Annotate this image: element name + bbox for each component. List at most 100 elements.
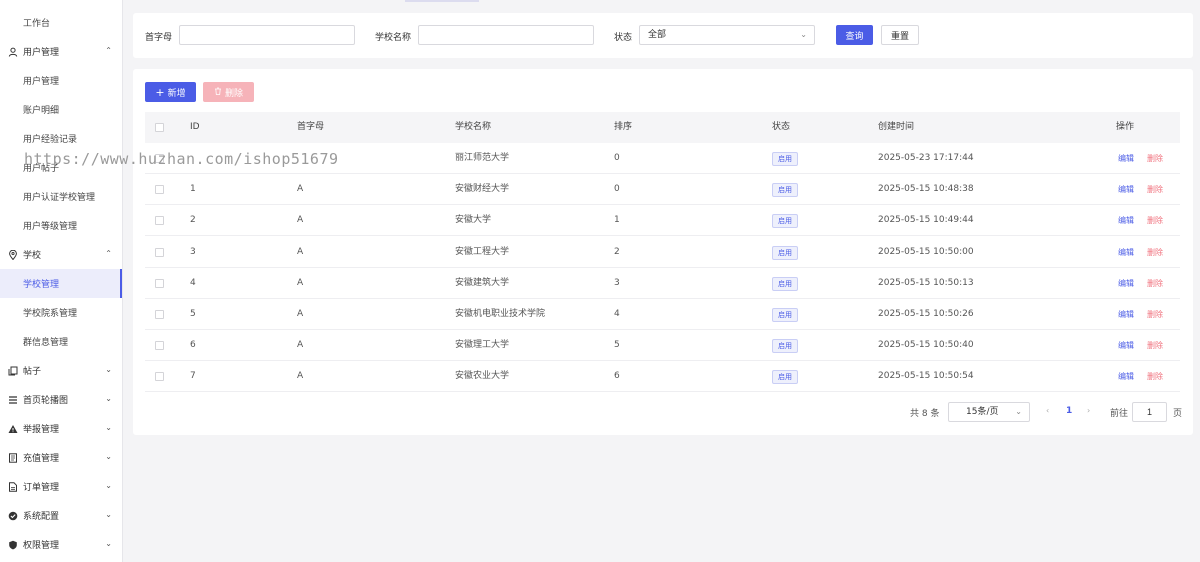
header-status: 状态: [772, 122, 791, 132]
initial-input[interactable]: [179, 25, 355, 45]
status-select[interactable]: 全部 ⌄: [639, 25, 815, 45]
delete-link[interactable]: 删除: [1147, 174, 1163, 205]
cell-created: 2025-05-15 10:50:13: [878, 277, 974, 288]
sidebar-item-department-manage[interactable]: 学校院系管理: [0, 298, 122, 327]
current-page[interactable]: 1: [1066, 406, 1072, 416]
header-initial: 首字母: [297, 122, 325, 132]
header-created: 创建时间: [878, 122, 915, 132]
query-button[interactable]: 查询: [836, 25, 873, 45]
chevron-down-icon: ⌄: [105, 539, 112, 548]
delete-link[interactable]: 删除: [1147, 237, 1163, 268]
delete-link[interactable]: 删除: [1147, 205, 1163, 236]
cell-initial: A: [297, 371, 304, 382]
table-row: 4 A 安徽建筑大学 3 2025-05-15 10:50:13 启用 编辑 删除: [145, 268, 1180, 299]
sidebar-group-recharge[interactable]: 充值管理 ⌄: [0, 443, 122, 472]
cell-id: 4: [190, 277, 196, 288]
sidebar-item-school-manage[interactable]: 学校管理: [0, 269, 122, 298]
sidebar: 工作台 用户管理 ⌃ 用户管理 账户明细 用户经验记录 用户帖子 用户认证学校管…: [0, 0, 123, 562]
cell-sort: 1: [614, 215, 620, 226]
row-checkbox[interactable]: [155, 310, 164, 319]
file-icon: [7, 481, 19, 493]
plus-icon: +: [155, 85, 165, 99]
cell-school-name: 安徽建筑大学: [455, 277, 510, 288]
next-page-icon[interactable]: ›: [1087, 406, 1090, 415]
cell-school-name: 丽江师范大学: [455, 153, 510, 163]
cell-school-name: 安徽大学: [455, 215, 492, 226]
copy-icon: [7, 365, 19, 377]
menu-lines-icon: [7, 394, 19, 406]
goto-page-input[interactable]: [1132, 402, 1167, 422]
status-label: 状态: [614, 33, 633, 43]
sidebar-group-school[interactable]: 学校 ⌃: [0, 240, 122, 269]
row-checkbox[interactable]: [155, 216, 164, 226]
chevron-down-icon: ⌄: [105, 510, 112, 519]
cell-initial: A: [297, 277, 304, 288]
edit-link[interactable]: 编辑: [1118, 330, 1134, 361]
cell-created: 2025-05-15 10:50:26: [878, 309, 974, 319]
header-school-name: 学校名称: [455, 122, 492, 132]
reset-button[interactable]: 重置: [881, 25, 919, 45]
cell-created: 2025-05-15 10:48:38: [878, 184, 974, 195]
cell-id: 5: [190, 309, 196, 319]
edit-link[interactable]: 编辑: [1118, 268, 1134, 299]
cell-school-name: 安徽机电职业技术学院: [455, 309, 546, 319]
table-row: 6 A 安徽理工大学 5 2025-05-15 10:50:40 启用 编辑 删除: [145, 330, 1180, 362]
search-panel: 首字母 学校名称 状态 全部 ⌄ 查询 重置: [133, 13, 1193, 58]
cell-sort: 2: [614, 246, 620, 257]
header-id: ID: [190, 122, 200, 132]
sidebar-item-group-info[interactable]: 群信息管理: [0, 327, 122, 356]
cell-school-name: 安徽农业大学: [455, 371, 510, 382]
delete-link[interactable]: 删除: [1147, 143, 1163, 174]
chevron-down-icon: ⌄: [105, 452, 112, 461]
cell-id: 7: [190, 371, 196, 382]
add-button[interactable]: + 新增: [145, 82, 196, 102]
sidebar-item-workbench[interactable]: 工作台: [0, 8, 122, 37]
row-checkbox[interactable]: [155, 278, 164, 288]
select-all-checkbox[interactable]: [155, 123, 164, 132]
table-row: 5 A 安徽机电职业技术学院 4 2025-05-15 10:50:26 启用 编辑 删除: [145, 299, 1180, 330]
chevron-up-icon: ⌃: [105, 46, 112, 55]
user-icon: [7, 46, 19, 58]
sidebar-item-exp-record[interactable]: 用户经验记录: [0, 124, 122, 153]
cell-initial: A: [297, 246, 304, 257]
row-checkbox[interactable]: [155, 247, 164, 257]
edit-link[interactable]: 编辑: [1118, 299, 1134, 330]
edit-link[interactable]: 编辑: [1118, 205, 1134, 236]
sidebar-group-permission[interactable]: 权限管理 ⌄: [0, 530, 122, 559]
warning-icon: [7, 423, 19, 435]
sidebar-group-orders[interactable]: 订单管理 ⌄: [0, 472, 122, 501]
edit-link[interactable]: 编辑: [1118, 143, 1134, 174]
cell-created: 2025-05-15 10:50:54: [878, 371, 974, 382]
sidebar-item-user-manage[interactable]: 用户管理: [0, 66, 122, 95]
delete-link[interactable]: 删除: [1147, 330, 1163, 361]
sidebar-group-user[interactable]: 用户管理 ⌃: [0, 37, 122, 66]
edit-link[interactable]: 编辑: [1118, 361, 1134, 392]
cell-school-name: 安徽理工大学: [455, 340, 510, 351]
row-checkbox[interactable]: [155, 341, 164, 351]
cell-initial: A: [297, 184, 304, 195]
cell-sort: 6: [614, 371, 620, 382]
delete-link[interactable]: 删除: [1147, 299, 1163, 330]
edit-link[interactable]: 编辑: [1118, 237, 1134, 268]
sidebar-item-user-level[interactable]: 用户等级管理: [0, 211, 122, 240]
edit-link[interactable]: 编辑: [1118, 174, 1134, 205]
row-checkbox[interactable]: [155, 372, 164, 382]
sidebar-group-banner[interactable]: 首页轮播图 ⌄: [0, 385, 122, 414]
delete-button[interactable]: 删除: [203, 82, 254, 102]
delete-link[interactable]: 删除: [1147, 268, 1163, 299]
sidebar-item-user-school-auth[interactable]: 用户认证学校管理: [0, 182, 122, 211]
prev-page-icon[interactable]: ‹: [1046, 406, 1049, 415]
delete-link[interactable]: 删除: [1147, 361, 1163, 392]
sidebar-group-system[interactable]: 系统配置 ⌄: [0, 501, 122, 530]
sidebar-group-report[interactable]: 举报管理 ⌄: [0, 414, 122, 443]
row-checkbox[interactable]: [155, 185, 164, 195]
trash-icon: [214, 87, 222, 98]
page-size-select[interactable]: 15条/页 ⌄: [948, 402, 1030, 422]
cell-created: 2025-05-15 10:50:40: [878, 340, 974, 351]
sidebar-item-account-detail[interactable]: 账户明细: [0, 95, 122, 124]
sidebar-group-posts[interactable]: 帖子 ⌄: [0, 356, 122, 385]
chevron-down-icon: ⌄: [105, 423, 112, 432]
cell-id: 2: [190, 215, 196, 226]
school-name-input[interactable]: [418, 25, 594, 45]
check-circle-icon: [7, 510, 19, 522]
